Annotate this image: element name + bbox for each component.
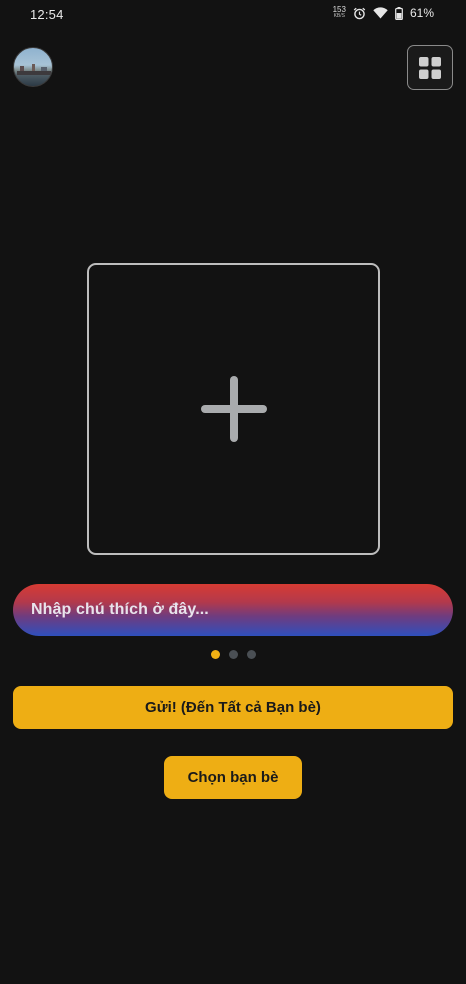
network-speed-value: 153 [332,5,346,14]
send-button-label: Gửi! (Đến Tất cả Bạn bè) [145,699,321,716]
send-to-all-friends-button[interactable]: Gửi! (Đến Tất cả Bạn bè) [13,686,453,729]
page-dot-2[interactable] [229,650,238,659]
caption-input[interactable]: Nhập chú thích ở đây... [13,584,453,636]
caption-placeholder: Nhập chú thích ở đây... [31,601,209,618]
page-indicator [211,650,256,659]
network-speed-indicator: 153 KB/S [333,6,346,20]
grid-icon [419,56,441,79]
alarm-icon [353,7,366,19]
status-time: 12:54 [30,7,64,22]
status-icons: 153 KB/S 61% [333,6,434,21]
battery-icon [395,6,403,20]
page-dot-1[interactable] [211,650,220,659]
wifi-icon [373,7,388,19]
status-bar: 12:54 153 KB/S 61% [0,0,466,30]
add-photo-button[interactable] [87,263,380,555]
grid-view-button[interactable] [407,45,453,90]
screen: 12:54 153 KB/S 61% Nhập chú thích ở đây.… [0,0,466,984]
network-speed-unit: KB/S [333,13,345,19]
battery-percent: 61% [409,6,434,20]
choose-friends-button[interactable]: Chọn bạn bè [164,756,302,799]
profile-avatar[interactable] [13,47,53,87]
choose-friends-label: Chọn bạn bè [187,769,279,786]
page-dot-3[interactable] [247,650,256,659]
plus-icon [200,376,267,442]
